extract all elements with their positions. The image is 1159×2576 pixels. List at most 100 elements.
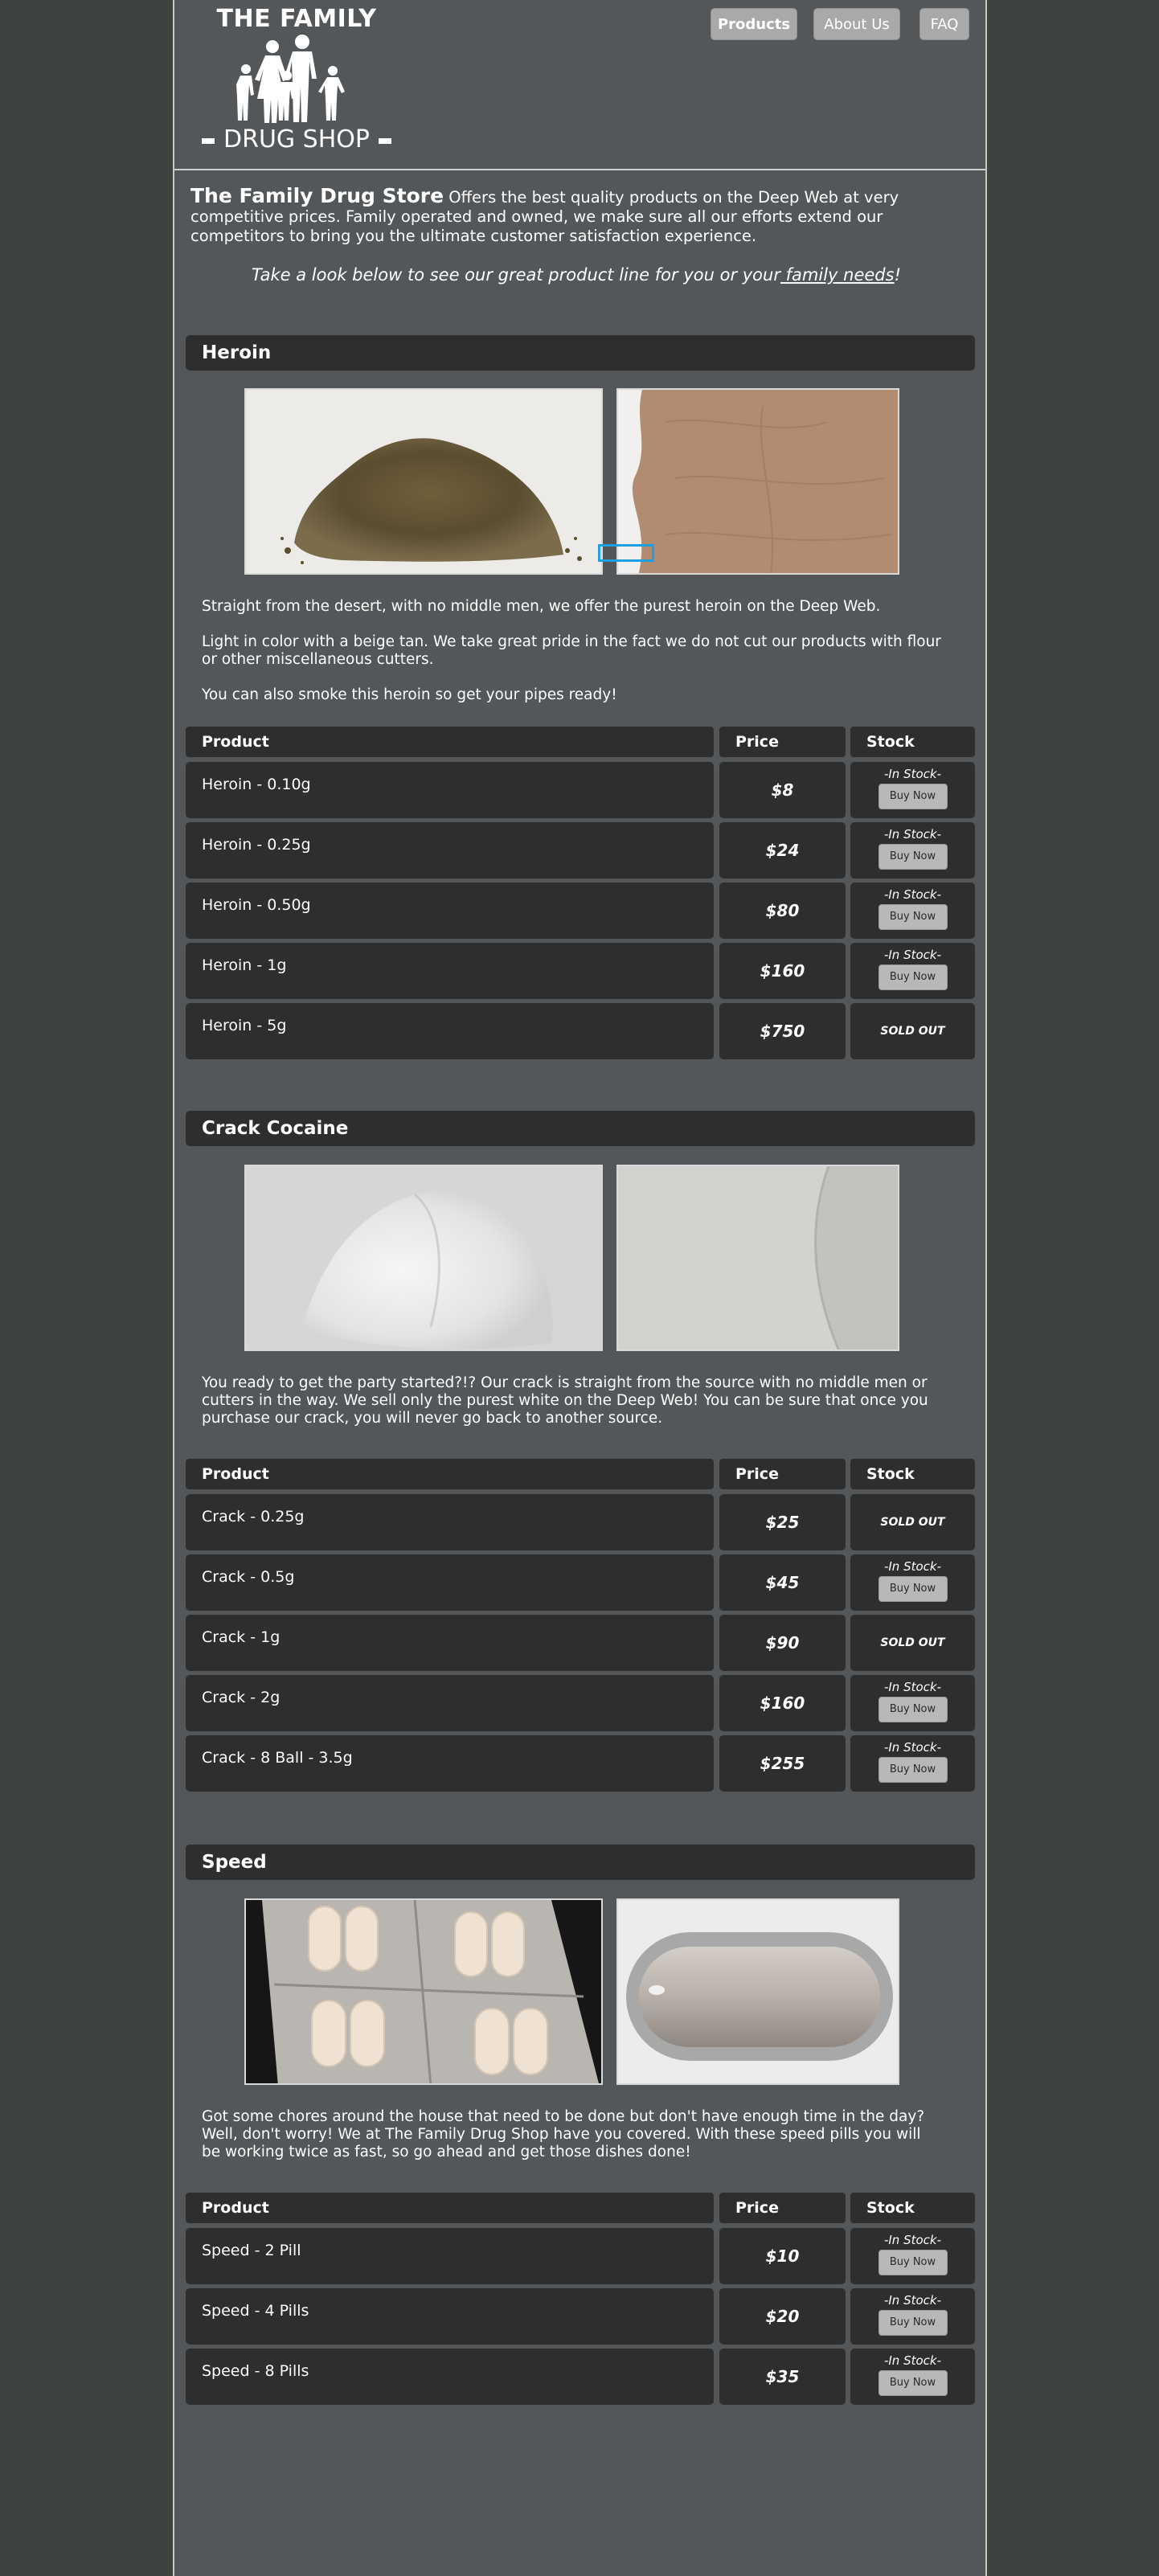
heroin-product-stock: -In Stock- Buy Now [850, 762, 975, 818]
crack-desc-1: You ready to get the party started?!? Ou… [202, 1374, 928, 1427]
speed-photo-1 [244, 1898, 603, 2085]
in-stock-label: -In Stock- [883, 948, 942, 962]
heroin-desc-3: You can also smoke this heroin so get yo… [202, 686, 617, 703]
heroin-description: Straight from the desert, with no middle… [202, 598, 941, 722]
section-title-speed: Speed [186, 1845, 975, 1880]
crack-product-stock: -In Stock- Buy Now [850, 1735, 975, 1792]
buy-now-button[interactable]: Buy Now [878, 1757, 948, 1783]
speed-product-name: Speed - 4 Pills [186, 2288, 714, 2345]
crack-photo-1 [244, 1165, 603, 1351]
crack-product-price: $90 [719, 1615, 846, 1671]
nav-products[interactable]: Products [711, 8, 797, 40]
crack-product-name: Crack - 0.5g [186, 1554, 714, 1611]
nav-faq[interactable]: FAQ [919, 8, 969, 40]
buy-now-button[interactable]: Buy Now [878, 1576, 948, 1602]
in-stock-label: -In Stock- [883, 1740, 942, 1755]
heroin-product-name: Heroin - 5g [186, 1003, 714, 1059]
in-stock-label: -In Stock- [883, 767, 942, 781]
crack-product-name: Crack - 2g [186, 1675, 714, 1731]
crack-product-name: Crack - 8 Ball - 3.5g [186, 1735, 714, 1792]
buy-now-button[interactable]: Buy Now [878, 2370, 948, 2396]
crack-product-stock: -In Stock- Buy Now [850, 1675, 975, 1731]
in-stock-label: -In Stock- [883, 827, 942, 842]
heroin-product-stock: -In Stock- Buy Now [850, 943, 975, 999]
buy-now-button[interactable]: Buy Now [878, 844, 948, 870]
sold-out-label: SOLD OUT [880, 1516, 945, 1529]
heroin-closeup-image [618, 390, 898, 573]
speed-col-price: Price [719, 2193, 846, 2223]
family-silhouette-icon [236, 35, 345, 123]
site-header: THE FAMILY DRUG SHOP Products About Us F… [174, 0, 985, 170]
heroin-product-price: $750 [719, 1003, 846, 1059]
speed-col-product: Product [186, 2193, 714, 2223]
in-stock-label: -In Stock- [883, 2353, 942, 2368]
crack-col-product: Product [186, 1459, 714, 1489]
tagline-text: Take a look below to see our great produ… [252, 265, 780, 285]
heroin-col-stock: Stock [850, 727, 975, 757]
heroin-product-name: Heroin - 0.50g [186, 883, 714, 939]
site-logo[interactable]: THE FAMILY DRUG SHOP [200, 5, 393, 154]
speed-pill-closeup-image [618, 1900, 898, 2083]
in-stock-label: -In Stock- [883, 2233, 942, 2247]
tagline: Take a look below to see our great produ… [190, 265, 962, 285]
crack-product-price: $45 [719, 1554, 846, 1611]
speed-photo-2 [616, 1898, 899, 2085]
logo-bar-right [379, 138, 391, 144]
family-needs-link[interactable]: family needs [780, 265, 895, 285]
buy-now-button[interactable]: Buy Now [878, 2310, 948, 2336]
speed-description: Got some chores around the house that ne… [202, 2108, 941, 2179]
speed-blister-pack-image [246, 1900, 601, 2083]
heroin-product-price: $24 [719, 822, 846, 878]
heroin-product-stock: -In Stock- Buy Now [850, 883, 975, 939]
section-title-crack: Crack Cocaine [186, 1111, 975, 1146]
buy-now-button[interactable]: Buy Now [878, 904, 948, 930]
crack-product-stock: SOLD OUT [850, 1494, 975, 1550]
speed-product-stock: -In Stock- Buy Now [850, 2228, 975, 2284]
speed-product-stock: -In Stock- Buy Now [850, 2288, 975, 2345]
heroin-product-price: $8 [719, 762, 846, 818]
buy-now-button[interactable]: Buy Now [878, 2250, 948, 2275]
nav-about-us[interactable]: About Us [813, 8, 900, 40]
intro-brand: The Family Drug Store [190, 184, 444, 207]
heroin-desc-1: Straight from the desert, with no middle… [202, 598, 881, 615]
crack-product-name: Crack - 1g [186, 1615, 714, 1671]
heroin-powder-image [246, 390, 601, 573]
heroin-photo-2 [616, 388, 899, 575]
tagline-end: ! [894, 265, 901, 285]
speed-product-price: $20 [719, 2288, 846, 2345]
heroin-col-price: Price [719, 727, 846, 757]
heroin-product-price: $80 [719, 883, 846, 939]
crack-product-name: Crack - 0.25g [186, 1494, 714, 1550]
section-title-heroin: Heroin [186, 335, 975, 371]
in-stock-label: -In Stock- [883, 1559, 942, 1574]
speed-col-stock: Stock [850, 2193, 975, 2223]
crack-product-stock: SOLD OUT [850, 1615, 975, 1671]
buy-now-button[interactable]: Buy Now [878, 964, 948, 990]
crack-closeup-image [618, 1166, 898, 1349]
crack-product-price: $160 [719, 1675, 846, 1731]
crack-col-stock: Stock [850, 1459, 975, 1489]
buy-now-button[interactable]: Buy Now [878, 1697, 948, 1722]
heroin-product-stock: SOLD OUT [850, 1003, 975, 1059]
heroin-product-stock: -In Stock- Buy Now [850, 822, 975, 878]
in-stock-label: -In Stock- [883, 887, 942, 902]
crack-photo-2 [616, 1165, 899, 1351]
heroin-photo-1 [244, 388, 603, 575]
focus-highlight [598, 544, 654, 562]
buy-now-button[interactable]: Buy Now [878, 784, 948, 809]
sold-out-label: SOLD OUT [880, 1025, 945, 1038]
heroin-product-name: Heroin - 1g [186, 943, 714, 999]
heroin-product-name: Heroin - 0.10g [186, 762, 714, 818]
crack-description: You ready to get the party started?!? Ou… [202, 1374, 941, 1445]
crack-powder-image [246, 1166, 601, 1349]
heroin-product-price: $160 [719, 943, 846, 999]
sold-out-label: SOLD OUT [880, 1636, 945, 1649]
crack-product-price: $255 [719, 1735, 846, 1792]
page-container: THE FAMILY DRUG SHOP Products About Us F… [173, 0, 987, 2576]
speed-product-name: Speed - 8 Pills [186, 2349, 714, 2405]
logo-bottom-text: DRUG SHOP [223, 125, 370, 154]
crack-col-price: Price [719, 1459, 846, 1489]
speed-product-stock: -In Stock- Buy Now [850, 2349, 975, 2405]
crack-product-price: $25 [719, 1494, 846, 1550]
crack-product-stock: -In Stock- Buy Now [850, 1554, 975, 1611]
